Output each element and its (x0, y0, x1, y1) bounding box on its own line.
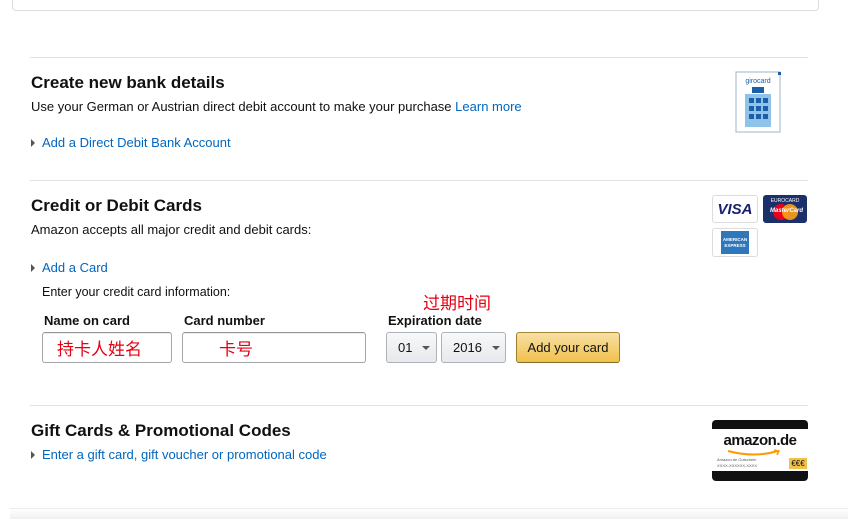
visa-logo: VISA (712, 195, 758, 223)
card-number-label: Card number (184, 313, 265, 328)
amex-icon: AMERICAN EXPRESS (721, 231, 749, 254)
girocard-logo-text: girocard (745, 78, 770, 85)
expiration-month-select[interactable]: 01 (386, 332, 437, 363)
gift-card-code: XXXX-XXXXXX-XXXX (717, 463, 758, 468)
expand-triangle-icon (31, 138, 35, 147)
learn-more-link[interactable]: Learn more (455, 99, 521, 114)
expiration-month-value: 01 (398, 340, 413, 355)
section-divider (30, 405, 808, 406)
girocard-logo: girocard (735, 71, 781, 133)
mastercard-icon: MasterCard (770, 204, 804, 220)
gift-card-caption: Amazon.de Gutschein (717, 457, 757, 462)
amazon-brand-text: amazon.de (723, 432, 797, 449)
amazon-gift-card-logo: amazon.de Amazon.de Gutschein XXXX-XXXXX… (712, 420, 808, 481)
chevron-down-icon (491, 345, 500, 350)
expand-triangle-icon (31, 450, 35, 459)
add-card-link[interactable]: Add a Card (31, 260, 108, 275)
bank-section-description: Use your German or Austrian direct debit… (31, 99, 522, 114)
chevron-down-icon (422, 345, 431, 350)
expiration-annotation: 过期时间 (423, 294, 491, 314)
expand-triangle-icon (31, 263, 35, 272)
bank-description-text: Use your German or Austrian direct debit… (31, 99, 452, 114)
amazon-smile-icon (727, 449, 781, 456)
enter-gift-card-label: Enter a gift card, gift voucher or promo… (42, 447, 327, 462)
card-number-value: 卡号 (219, 340, 253, 360)
add-direct-debit-link[interactable]: Add a Direct Debit Bank Account (31, 135, 231, 150)
card-number-input[interactable]: 卡号 (182, 332, 366, 363)
gift-section-title: Gift Cards & Promotional Codes (31, 421, 291, 440)
expiration-year-select[interactable]: 2016 (441, 332, 506, 363)
mastercard-text: MasterCard (770, 208, 804, 214)
add-your-card-button[interactable]: Add your card (516, 332, 620, 363)
add-direct-debit-label: Add a Direct Debit Bank Account (42, 135, 231, 150)
girocard-icon: girocard (735, 71, 781, 133)
mastercard-logo: EUROCARD MasterCard (763, 195, 807, 223)
section-divider (30, 57, 808, 58)
name-on-card-label: Name on card (44, 313, 130, 328)
amex-logo: AMERICAN EXPRESS (712, 228, 758, 257)
enter-gift-card-link[interactable]: Enter a gift card, gift voucher or promo… (31, 447, 327, 462)
add-card-label: Add a Card (42, 260, 108, 275)
name-on-card-input[interactable]: 持卡人姓名 (42, 332, 172, 363)
expiration-year-value: 2016 (453, 340, 482, 355)
name-on-card-value: 持卡人姓名 (57, 340, 142, 360)
card-form-instructions: Enter your credit card information: (42, 285, 231, 299)
visa-icon: VISA (717, 200, 753, 218)
bank-section-title: Create new bank details (31, 73, 225, 92)
gift-card-euro-badge: €€€ (789, 458, 807, 469)
amex-line-2: EXPRESS (724, 242, 746, 248)
page-bottom-edge (10, 508, 848, 519)
cards-section-description: Amazon accepts all major credit and debi… (31, 222, 312, 237)
cards-section-title: Credit or Debit Cards (31, 196, 202, 215)
section-divider (30, 180, 808, 181)
expiration-date-label: Expiration date (388, 313, 482, 328)
previous-panel (12, 0, 819, 11)
